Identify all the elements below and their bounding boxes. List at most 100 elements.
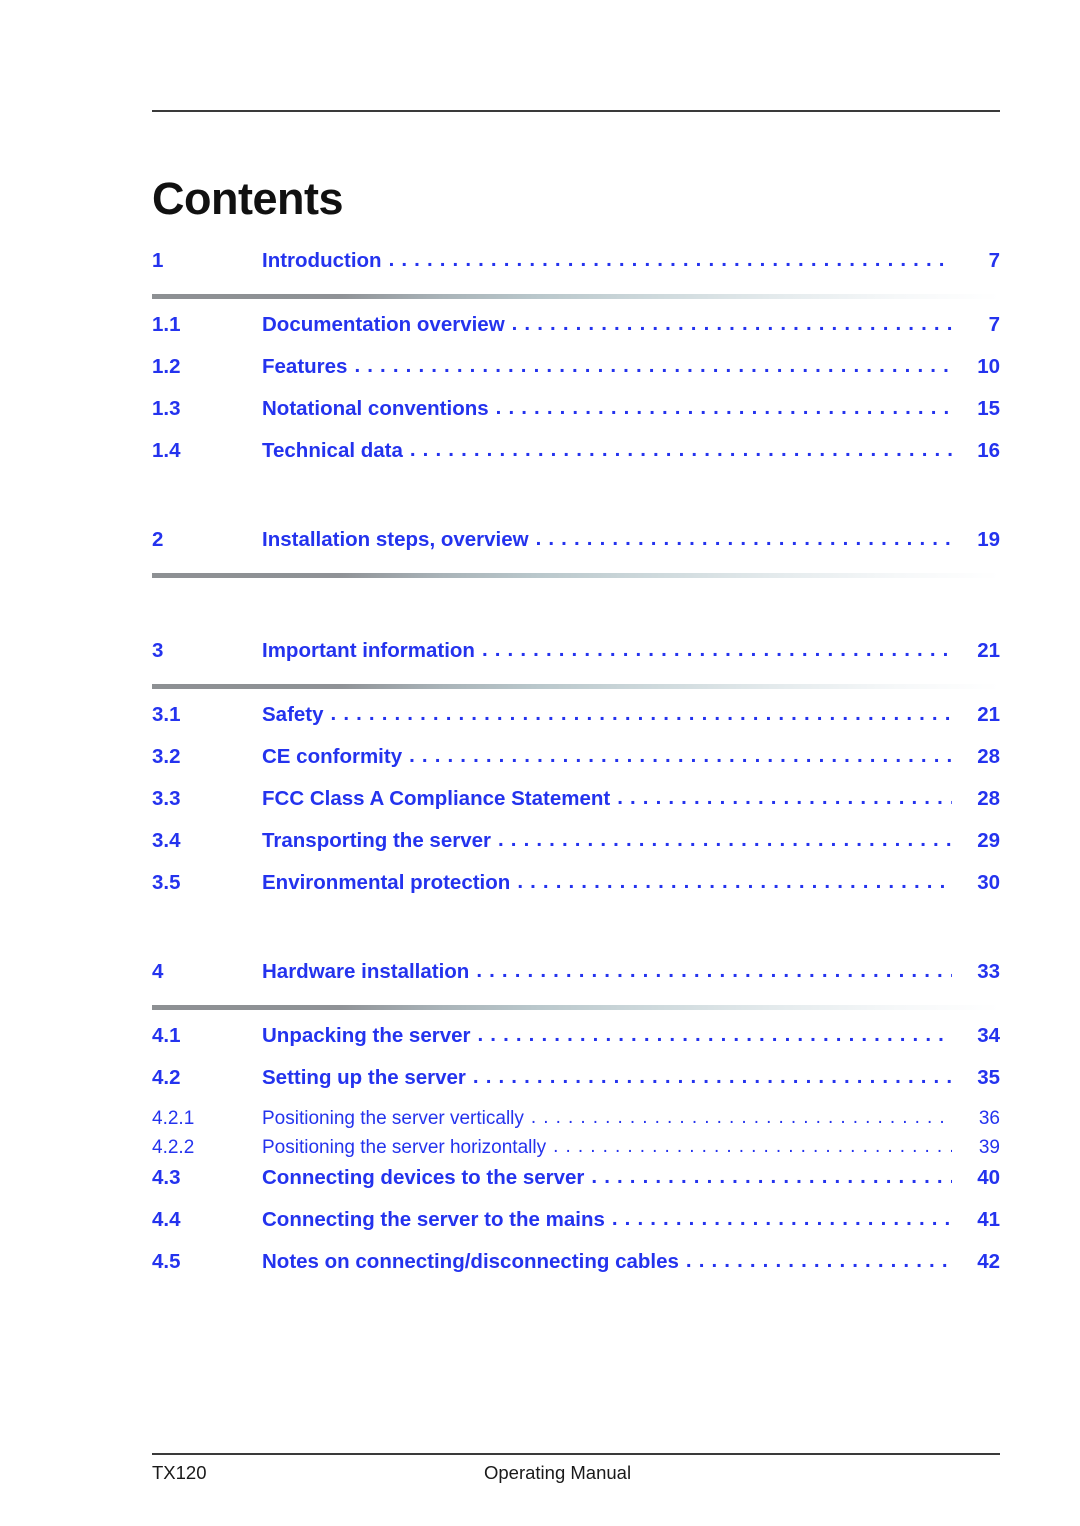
toc-dot-leader: ........................................…: [617, 786, 952, 809]
toc-dot-leader: ........................................…: [481, 638, 952, 661]
toc-block-spacer: [152, 481, 1000, 528]
toc-entry-number: 3.3: [152, 787, 181, 810]
toc-entry-label: Installation steps, overview: [262, 528, 529, 551]
toc-entry-page-number: 36: [978, 1108, 1000, 1129]
toc-entry-1-2[interactable]: 1.2 Features.............................…: [152, 354, 1000, 397]
footer-manual-title: Operating Manual: [484, 1462, 632, 1483]
toc-entry-label: Connecting the server to the mains: [262, 1208, 605, 1231]
toc-entry-number: 3: [152, 639, 164, 662]
toc-entry-page-number: 19: [977, 528, 1000, 551]
toc-entry-number: 4.1: [152, 1024, 181, 1047]
toc-entry-page-number: 39: [978, 1137, 1000, 1158]
toc-entry-number: 4.2.2: [152, 1137, 195, 1158]
toc-rule-spacer: [152, 689, 1000, 703]
footer-product-name: TX120: [152, 1462, 207, 1483]
toc-dot-leader: ........................................…: [685, 1249, 952, 1272]
toc-dot-leader: ........................................…: [409, 438, 952, 461]
page-footer: TX120 Operating Manual: [152, 1462, 1000, 1492]
toc-entry-number: 4.2.1: [152, 1108, 195, 1129]
toc-entry-3-4[interactable]: 3.4 Transporting the server..............…: [152, 828, 1000, 871]
toc-entry-4-2-2[interactable]: 4.2.2 Positioning the server horizontally…: [152, 1136, 1000, 1166]
toc-dot-leader: ........................................…: [354, 354, 952, 377]
toc-entry-4-4[interactable]: 4.4 Connecting the server to the mains...…: [152, 1207, 1000, 1250]
toc-entry-page-number: 33: [977, 960, 1000, 983]
toc-entry-number: 4.4: [152, 1208, 181, 1231]
toc-entry-number: 1.4: [152, 439, 181, 462]
toc-entry-4-3[interactable]: 4.3 Connecting devices to the server.....…: [152, 1165, 1000, 1208]
toc-entry-label: FCC Class A Compliance Statement: [262, 787, 611, 810]
toc-entry-2[interactable]: 2 Installation steps, overview...........…: [152, 527, 1000, 572]
toc-entry-label: Introduction: [262, 249, 382, 272]
toc-entry-3-5[interactable]: 3.5 Environmental protection.............…: [152, 870, 1000, 913]
toc-dot-leader: ........................................…: [611, 1207, 952, 1230]
toc-entry-number: 2: [152, 528, 164, 551]
toc-entry-3[interactable]: 3 Important information..................…: [152, 638, 1000, 683]
toc-entry-label: Safety: [262, 703, 324, 726]
toc-entry-4[interactable]: 4 Hardware installation..................…: [152, 959, 1000, 1004]
toc-entry-page-number: 40: [977, 1166, 1000, 1189]
toc-entry-label: Setting up the server: [262, 1066, 466, 1089]
toc-entry-4-1[interactable]: 4.1 Unpacking the server.................…: [152, 1023, 1000, 1066]
page-title: Contents: [152, 173, 344, 225]
toc-dot-leader: ........................................…: [409, 744, 952, 767]
toc-dot-leader: ........................................…: [517, 870, 952, 893]
toc-entry-3-2[interactable]: 3.2 CE conformity........................…: [152, 744, 1000, 787]
toc-entry-4-2[interactable]: 4.2 Setting up the server................…: [152, 1065, 1000, 1108]
toc-block-spacer: [152, 913, 1000, 960]
toc-entry-page-number: 10: [977, 355, 1000, 378]
toc-entry-label: Transporting the server: [262, 829, 491, 852]
toc-entry-3-3[interactable]: 3.3 FCC Class A Compliance Statement.....…: [152, 786, 1000, 829]
toc-entry-page-number: 21: [977, 639, 1000, 662]
toc-entry-label: CE conformity: [262, 745, 403, 768]
toc-entry-page-number: 29: [977, 829, 1000, 852]
toc-entry-1-1[interactable]: 1.1 Documentation overview...............…: [152, 312, 1000, 355]
toc-entry-label: Connecting devices to the server: [262, 1166, 585, 1189]
toc-entry-number: 4: [152, 960, 164, 983]
toc-entry-number: 1: [152, 249, 164, 272]
toc-entry-1-3[interactable]: 1.3 Notational conventions...............…: [152, 396, 1000, 439]
toc-entry-number: 4.2: [152, 1066, 181, 1089]
document-page: Contents 1 Introduction..................…: [0, 0, 1080, 1526]
toc-entry-number: 1.1: [152, 313, 181, 336]
toc-rule-spacer: [152, 299, 1000, 313]
toc-dot-leader: ........................................…: [330, 702, 952, 725]
toc-dot-leader: ........................................…: [535, 527, 952, 550]
toc-dot-leader: ........................................…: [388, 248, 952, 271]
toc-entry-4-2-1[interactable]: 4.2.1 Positioning the server vertically..…: [152, 1107, 1000, 1137]
toc-block-spacer: [152, 592, 1000, 639]
toc-entry-4-5[interactable]: 4.5 Notes on connecting/disconnecting cab…: [152, 1249, 1000, 1292]
toc-dot-leader: ........................................…: [472, 1065, 952, 1088]
toc-dot-leader: ........................................…: [477, 1023, 953, 1046]
toc-dot-leader: ........................................…: [497, 828, 952, 851]
toc-entry-number: 3.2: [152, 745, 181, 768]
toc-entry-label: Important information: [262, 639, 475, 662]
toc-entry-3-1[interactable]: 3.1 Safety...............................…: [152, 702, 1000, 745]
toc-dot-leader: ........................................…: [553, 1136, 952, 1157]
footer-divider: [152, 1453, 1000, 1455]
toc-entry-1[interactable]: 1 Introduction...........................…: [152, 248, 1000, 293]
toc-dot-leader: ........................................…: [495, 396, 952, 419]
toc-entry-number: 1.3: [152, 397, 181, 420]
toc-entry-page-number: 35: [977, 1066, 1000, 1089]
toc-entry-label: Environmental protection: [262, 871, 511, 894]
header-divider: [152, 110, 1000, 112]
toc-entry-number: 4.3: [152, 1166, 181, 1189]
toc-entry-page-number: 34: [977, 1024, 1000, 1047]
toc-entry-page-number: 21: [977, 703, 1000, 726]
toc-dot-leader: ........................................…: [530, 1107, 952, 1128]
toc-dot-leader: ........................................…: [476, 959, 952, 982]
toc-entry-label: Features: [262, 355, 348, 378]
toc-entry-label: Notes on connecting/disconnecting cables: [262, 1250, 679, 1273]
toc-entry-label: Documentation overview: [262, 313, 505, 336]
toc-dot-leader: ........................................…: [591, 1165, 952, 1188]
toc-entry-page-number: 7: [988, 313, 1000, 336]
toc-entry-page-number: 41: [977, 1208, 1000, 1231]
toc-rule-spacer: [152, 1010, 1000, 1024]
toc-entry-number: 1.2: [152, 355, 181, 378]
toc-dot-leader: ........................................…: [511, 312, 952, 335]
toc-entry-page-number: 28: [977, 745, 1000, 768]
toc-entry-page-number: 42: [977, 1250, 1000, 1273]
toc-entry-1-4[interactable]: 1.4 Technical data.......................…: [152, 438, 1000, 481]
table-of-contents: 1 Introduction...........................…: [152, 248, 1000, 1292]
toc-entry-label: Unpacking the server: [262, 1024, 471, 1047]
